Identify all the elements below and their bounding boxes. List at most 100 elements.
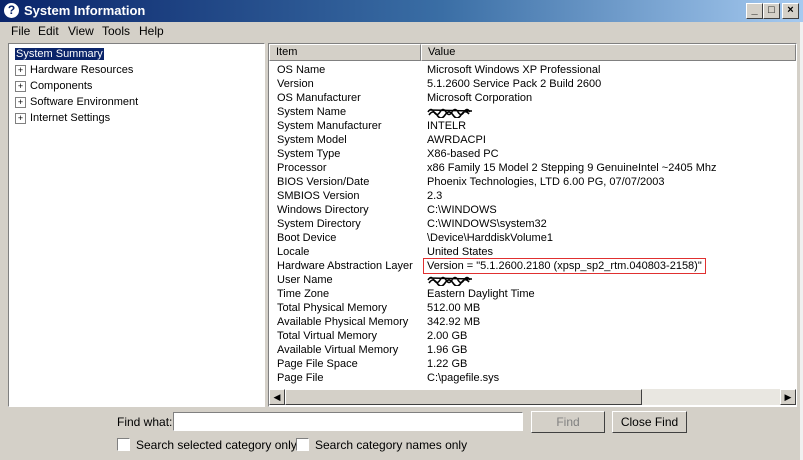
details-list: Item Value OS Name Microsoft Windows XP P… [268, 43, 797, 407]
row-value-cell: C:\WINDOWS [427, 204, 497, 216]
row-value-cell: 1.22 GB [427, 358, 468, 370]
row-value-cell: \Device\HarddiskVolume1 [427, 232, 553, 244]
minimize-button[interactable]: _ [746, 3, 763, 19]
table-row[interactable]: BIOS Version/Date Phoenix Technologies, L… [269, 175, 796, 189]
table-row[interactable]: Processor x86 Family 15 Model 2 Stepping … [269, 161, 796, 175]
search-selected-category-checkbox[interactable]: Search selected category only [117, 437, 297, 452]
close-button[interactable]: × [782, 3, 799, 19]
expand-icon[interactable]: + [15, 113, 26, 124]
search-category-names-checkbox[interactable]: Search category names only [296, 437, 468, 452]
row-value-cell: 342.92 MB [427, 316, 481, 328]
checkbox-box[interactable] [117, 438, 130, 452]
row-item-cell: Total Virtual Memory [277, 330, 378, 342]
category-tree: System Summary + Hardware Resources + Comp… [8, 43, 265, 407]
table-row[interactable]: System Manufacturer INTELR [269, 119, 796, 133]
row-item-cell: OS Name [277, 64, 326, 76]
row-item-cell: System Model [277, 134, 347, 146]
checkbox-label: Search selected category only [136, 437, 297, 452]
column-header-item[interactable]: Item [269, 44, 421, 61]
table-row[interactable]: Total Physical Memory 512.00 MB [269, 301, 796, 315]
row-value-cell: Microsoft Corporation [427, 92, 533, 104]
window-title: System Information [24, 3, 146, 18]
row-value-cell: C:\WINDOWS\system32 [427, 218, 547, 230]
row-item-cell: Boot Device [277, 232, 337, 244]
tree-item-label: Internet Settings [30, 112, 111, 124]
table-row[interactable]: System Type X86-based PC [269, 147, 796, 161]
row-value-cell: 2.00 GB [427, 330, 468, 342]
table-row[interactable]: Page File C:\pagefile.sys [269, 371, 796, 385]
row-item-cell: BIOS Version/Date [277, 176, 370, 188]
table-row[interactable]: Boot Device \Device\HarddiskVolume1 [269, 231, 796, 245]
find-input[interactable] [173, 412, 523, 431]
table-row[interactable]: System Directory C:\WINDOWS\system32 [269, 217, 796, 231]
table-row[interactable]: OS Manufacturer Microsoft Corporation [269, 91, 796, 105]
row-item-cell: Page File [277, 372, 324, 384]
row-value-cell: X86-based PC [427, 148, 499, 160]
row-value-cell: United States [427, 246, 494, 258]
row-value-cell: Eastern Daylight Time [427, 288, 535, 300]
row-value-cell: AWRDACPI [427, 134, 486, 146]
tree-item-label: Hardware Resources [30, 64, 134, 76]
list-header: Item Value [269, 44, 796, 61]
row-value-cell: Microsoft Windows XP Professional [427, 64, 601, 76]
menu-view[interactable]: View [68, 24, 94, 39]
table-row[interactable]: System Model AWRDACPI [269, 133, 796, 147]
row-item-cell: Page File Space [277, 358, 358, 370]
menu-file[interactable]: File [11, 24, 30, 39]
tree-item-components[interactable]: + Components [15, 79, 92, 94]
row-item-cell: Windows Directory [277, 204, 369, 216]
row-value-cell: 2.3 [427, 190, 443, 202]
tree-item-internet-settings[interactable]: + Internet Settings [15, 111, 110, 126]
row-item-cell: Processor [277, 162, 327, 174]
table-row[interactable]: Available Virtual Memory 1.96 GB [269, 343, 796, 357]
checkbox-box[interactable] [296, 438, 309, 452]
table-row[interactable]: Time Zone Eastern Daylight Time [269, 287, 796, 301]
tree-item-hardware-resources[interactable]: + Hardware Resources [15, 63, 133, 78]
row-item-cell: Version [277, 78, 314, 90]
table-row[interactable]: Version 5.1.2600 Service Pack 2 Build 260… [269, 77, 796, 91]
table-row[interactable]: Windows Directory C:\WINDOWS [269, 203, 796, 217]
table-row[interactable]: User Name [269, 273, 796, 287]
table-row[interactable]: OS Name Microsoft Windows XP Professional [269, 63, 796, 77]
table-row[interactable]: Hardware Abstraction Layer Version = "5.1… [269, 258, 796, 274]
table-row[interactable]: Available Physical Memory 342.92 MB [269, 315, 796, 329]
row-item-cell: Available Physical Memory [277, 316, 409, 328]
tree-item-label: Components [30, 80, 93, 92]
menu-tools[interactable]: Tools [102, 24, 130, 39]
column-header-value[interactable]: Value [421, 44, 796, 61]
redaction-scribble [427, 276, 473, 286]
menu-edit[interactable]: Edit [38, 24, 59, 39]
menu-help[interactable]: Help [139, 24, 164, 39]
table-row[interactable]: Total Virtual Memory 2.00 GB [269, 329, 796, 343]
tree-item-label: Software Environment [30, 96, 139, 108]
title-bar[interactable]: ? System Information _ □ × [0, 0, 803, 22]
row-item-cell: User Name [277, 274, 333, 286]
row-item-cell: System Type [277, 148, 341, 160]
tree-item-system-summary[interactable]: System Summary [15, 47, 104, 62]
find-button[interactable]: Find [531, 411, 605, 433]
table-row[interactable]: SMBIOS Version 2.3 [269, 189, 796, 203]
scroll-left-icon[interactable]: ◀ [269, 389, 285, 405]
expand-icon[interactable]: + [15, 65, 26, 76]
row-item-cell: Time Zone [277, 288, 330, 300]
system-information-window: ? System Information _ □ × File Edit Vie… [0, 0, 803, 460]
expand-icon[interactable]: + [15, 81, 26, 92]
horizontal-scrollbar[interactable]: ◀ ▶ [269, 389, 796, 405]
find-what-label: Find what: [117, 415, 173, 429]
maximize-button[interactable]: □ [763, 3, 780, 19]
close-find-button[interactable]: Close Find [612, 411, 687, 433]
row-item-cell: System Manufacturer [277, 120, 382, 132]
row-item-cell: System Name [277, 106, 347, 118]
row-value-cell: 1.96 GB [427, 344, 468, 356]
scroll-right-icon[interactable]: ▶ [780, 389, 796, 405]
expand-icon[interactable]: + [15, 97, 26, 108]
checkbox-label: Search category names only [315, 437, 468, 452]
table-row[interactable]: System Name [269, 105, 796, 119]
row-value-cell: 5.1.2600 Service Pack 2 Build 2600 [427, 78, 602, 90]
tree-item-software-environment[interactable]: + Software Environment [15, 95, 138, 110]
scrollbar-thumb[interactable] [285, 389, 642, 405]
table-row[interactable]: Page File Space 1.22 GB [269, 357, 796, 371]
table-row[interactable]: Locale United States [269, 245, 796, 259]
tree-item-label: System Summary [15, 48, 104, 60]
row-item-cell: Locale [277, 246, 310, 258]
